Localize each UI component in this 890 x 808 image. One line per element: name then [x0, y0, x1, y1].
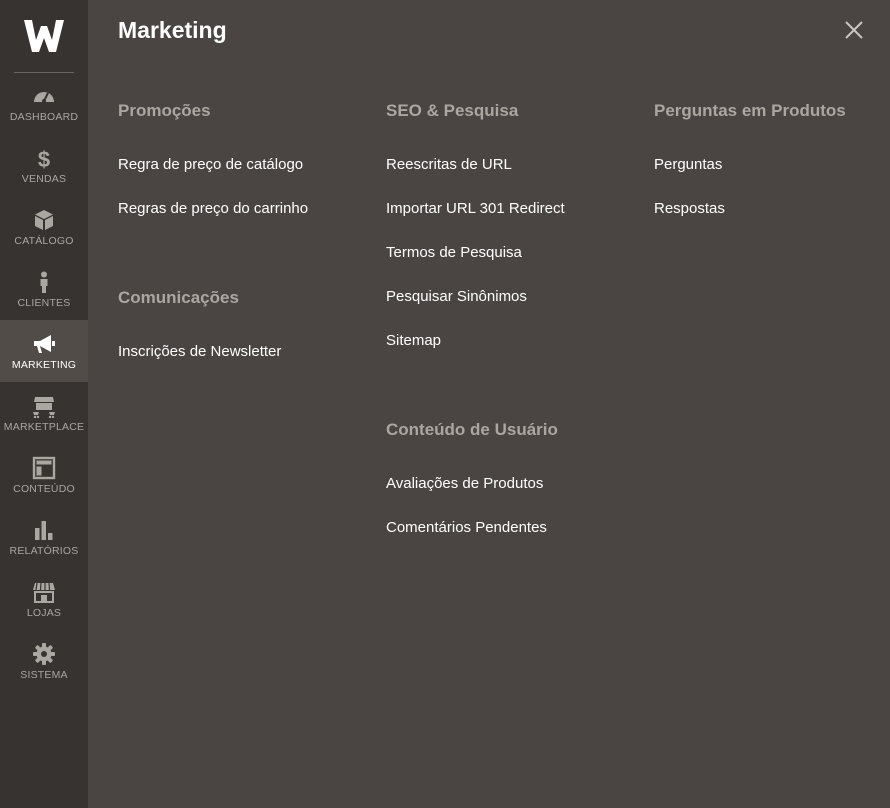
menu-link-regra-preco-catalogo[interactable]: Regra de preço de catálogo: [118, 156, 303, 173]
group-title-perguntas-produtos: Perguntas em Produtos: [654, 101, 846, 120]
svg-text:$: $: [38, 147, 50, 170]
group-title-seo: SEO & Pesquisa: [386, 101, 519, 120]
group-title-conteudo-usuario: Conteúdo de Usuário: [386, 420, 558, 439]
close-icon: [845, 21, 863, 39]
gear-icon: [33, 642, 55, 665]
sidebar-item-label: Catálogo: [14, 234, 74, 247]
person-icon: [40, 271, 48, 293]
menu-link-regras-preco-carrinho[interactable]: Regras de preço do carrinho: [118, 200, 308, 217]
sidebar-item-marketplace[interactable]: Marketplace: [0, 382, 88, 444]
dollar-icon: $: [38, 147, 50, 170]
menu-link-reescritas-url[interactable]: Reescritas de URL: [386, 156, 512, 173]
sidebar-item-dashboard[interactable]: Dashboard: [0, 72, 88, 134]
marketing-flyout-panel: Marketing Promoções Regra de preço de ca…: [88, 0, 890, 808]
menu-link-respostas[interactable]: Respostas: [654, 200, 725, 217]
dashboard-icon: [34, 91, 54, 103]
sidebar-item-lojas[interactable]: Lojas: [0, 568, 88, 630]
megaphone-icon: [34, 334, 55, 353]
logo-icon: [24, 20, 64, 52]
menu-link-comentarios-pendentes[interactable]: Comentários Pendentes: [386, 519, 547, 536]
sidebar-item-label: Relatórios: [9, 544, 79, 557]
sidebar-item-marketing[interactable]: Marketing: [0, 320, 88, 382]
sidebar-item-label: Marketing: [11, 358, 77, 371]
sidebar-item-label: Dashboard: [9, 110, 79, 123]
group-title-comunicacoes: Comunicações: [118, 288, 239, 307]
sidebar-item-label: Marketplace: [3, 420, 85, 433]
sidebar-nav: Dashboard $ Vendas Catálogo Clientes: [0, 72, 88, 692]
layout-icon: [32, 456, 56, 479]
menu-link-perguntas[interactable]: Perguntas: [654, 156, 722, 173]
bar-chart-icon: [35, 520, 53, 540]
sidebar-item-conteudo[interactable]: Conteúdo: [0, 444, 88, 506]
group-title-promocoes: Promoções: [118, 101, 211, 120]
menu-link-avaliacoes-produtos[interactable]: Avaliações de Produtos: [386, 475, 543, 492]
menu-link-pesquisar-sinonimos[interactable]: Pesquisar Sinônimos: [386, 288, 527, 305]
sidebar-item-vendas[interactable]: $ Vendas: [0, 134, 88, 196]
sidebar-item-relatorios[interactable]: Relatórios: [0, 506, 88, 568]
sidebar-item-label: Lojas: [26, 606, 62, 619]
sidebar: Dashboard $ Vendas Catálogo Clientes: [0, 0, 88, 808]
sidebar-item-label: Vendas: [21, 172, 67, 185]
sidebar-item-catalogo[interactable]: Catálogo: [0, 196, 88, 258]
store-icon: [33, 582, 55, 603]
sidebar-item-sistema[interactable]: Sistema: [0, 630, 88, 692]
menu-link-termos-pesquisa[interactable]: Termos de Pesquisa: [386, 244, 522, 261]
close-button[interactable]: [844, 20, 864, 40]
panel-title: Marketing: [118, 17, 227, 43]
sidebar-item-label: Conteúdo: [13, 482, 75, 495]
menu-link-inscricoes-newsletter[interactable]: Inscrições de Newsletter: [118, 343, 281, 360]
menu-link-sitemap[interactable]: Sitemap: [386, 332, 441, 349]
sidebar-item-label: Clientes: [17, 296, 71, 309]
box-icon: [35, 209, 53, 230]
marketplace-icon: [33, 396, 55, 418]
sidebar-item-clientes[interactable]: Clientes: [0, 258, 88, 320]
sidebar-item-label: Sistema: [20, 668, 68, 681]
logo[interactable]: [0, 0, 88, 72]
menu-link-importar-url-redirect[interactable]: Importar URL 301 Redirect: [386, 200, 565, 217]
